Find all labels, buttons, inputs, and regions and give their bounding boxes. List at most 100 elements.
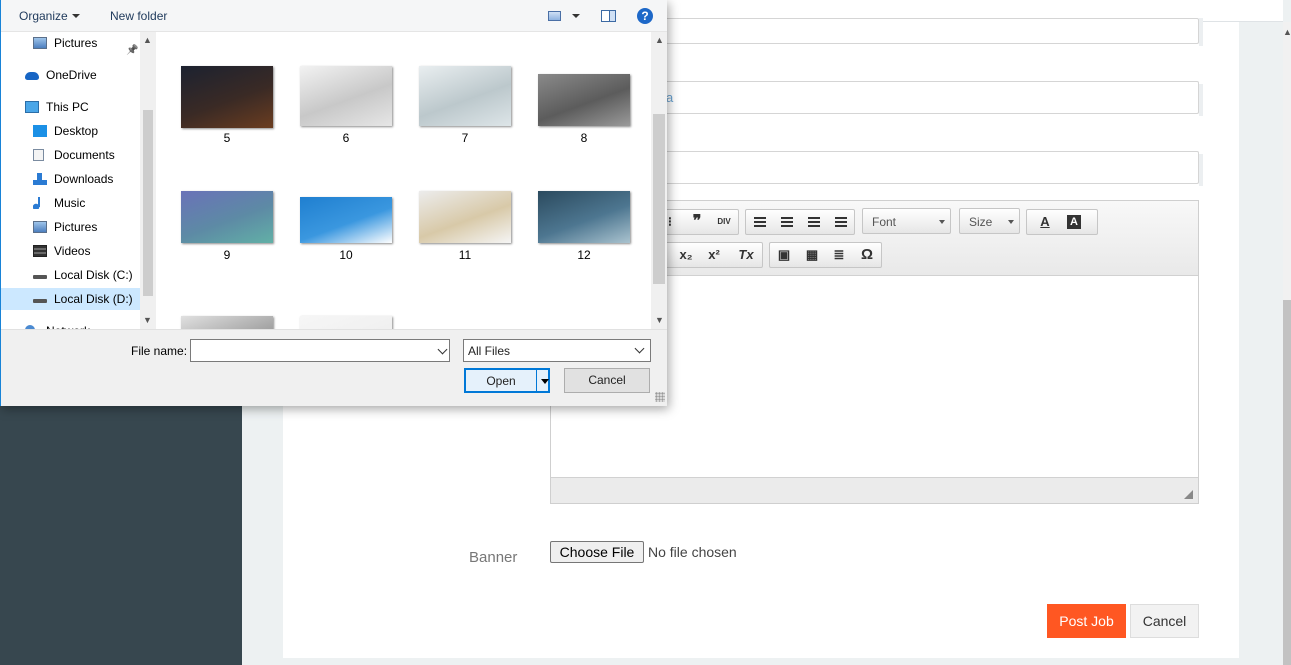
chevron-down-icon[interactable] [72, 14, 80, 18]
file-thumbnail-image [419, 191, 511, 243]
resize-grip-icon[interactable] [1184, 490, 1193, 499]
change-view-icon[interactable] [548, 11, 561, 21]
drive-icon [33, 299, 47, 303]
new-folder-button[interactable]: New folder [110, 9, 167, 23]
image-icon[interactable]: ▣ [772, 244, 796, 266]
page-scrollbar-thumb[interactable] [1283, 300, 1291, 665]
split-divider [536, 370, 537, 391]
chevron-down-icon [939, 220, 945, 224]
file-thumbnail[interactable]: 8 [538, 66, 630, 145]
organize-button[interactable]: Organize [19, 9, 68, 23]
open-options-arrow-icon[interactable] [541, 379, 549, 384]
file-open-dialog: Organize New folder ? Pictures 📌 OneDrive T… [0, 0, 667, 406]
file-type-filter-value: All Files [468, 344, 511, 358]
chevron-down-icon [634, 343, 645, 354]
nav-item[interactable]: Downloads [1, 168, 140, 190]
open-button[interactable]: Open [464, 368, 550, 393]
nav-item[interactable]: OneDrive [1, 64, 140, 86]
pictures-icon [33, 221, 47, 233]
file-thumbnail[interactable]: 6 [300, 66, 392, 145]
file-name-label: 5 [223, 131, 231, 145]
post-job-button[interactable]: Post Job [1047, 604, 1126, 638]
superscript-icon[interactable]: x² [702, 244, 726, 266]
align-right-icon[interactable] [802, 211, 826, 233]
table-icon[interactable]: ▦ [800, 244, 824, 266]
cancel-button[interactable]: Cancel [1130, 604, 1199, 638]
file-thumbnail-image [300, 197, 392, 243]
file-thumbnail[interactable]: 9 [181, 191, 273, 262]
scroll-up-icon[interactable]: ▲ [655, 35, 664, 45]
align-center-icon[interactable] [775, 211, 799, 233]
clear-format-icon[interactable]: Tx [734, 244, 758, 266]
music-icon [33, 197, 47, 209]
file-thumbnail[interactable]: 5 [181, 66, 273, 145]
editor-footer [551, 477, 1198, 503]
dialog-bottom-bar: File name: All Files Open Cancel [1, 329, 667, 406]
toolbar-group-align [745, 209, 855, 235]
size-combo[interactable]: Size [959, 208, 1020, 234]
file-thumbnail[interactable]: 12 [538, 191, 630, 262]
scroll-up-icon[interactable]: ▲ [143, 35, 152, 45]
div-container-icon[interactable]: DIV [712, 211, 736, 233]
chevron-down-icon [1008, 220, 1014, 224]
toolbar-group-colors: A A [1026, 209, 1098, 235]
file-thumbnail[interactable] [181, 316, 273, 329]
help-icon[interactable]: ? [637, 8, 653, 24]
file-name-label: File name: [131, 344, 188, 358]
nav-item-label: Downloads [54, 172, 114, 186]
nav-item[interactable]: Pictures [1, 216, 140, 238]
file-name-label: 12 [577, 248, 591, 262]
nav-item[interactable]: Desktop [1, 120, 140, 142]
drive-icon [33, 275, 47, 279]
file-type-filter[interactable]: All Files [463, 339, 651, 362]
dialog-toolbar: Organize New folder ? [1, 0, 667, 32]
nav-item[interactable]: Local Disk (D:) [1, 288, 140, 310]
scroll-down-icon[interactable]: ▼ [655, 315, 664, 325]
nav-item[interactable]: Videos [1, 240, 140, 262]
nav-item-label: Network [46, 320, 90, 329]
resize-grip-icon[interactable] [655, 392, 665, 402]
nav-item-label: OneDrive [46, 68, 97, 82]
nav-scrollbar-thumb[interactable] [143, 110, 153, 296]
size-combo-label: Size [969, 215, 993, 229]
file-thumbnail[interactable]: 11 [419, 191, 511, 262]
bg-color-icon[interactable]: A [1067, 215, 1081, 229]
dialog-cancel-button[interactable]: Cancel [564, 368, 650, 393]
file-thumbnail[interactable]: 10 [300, 191, 392, 262]
file-thumbnail-image [181, 66, 273, 128]
subscript-icon[interactable]: x₂ [674, 244, 698, 266]
nav-item[interactable]: Network [1, 320, 140, 329]
downloads-icon [33, 173, 47, 185]
file-name-input[interactable] [190, 339, 450, 362]
toolbar-group-script: x₂ x² Tx [651, 242, 763, 268]
page-scroll-up-icon[interactable]: ▲ [1283, 26, 1291, 38]
file-thumbnail[interactable] [300, 316, 392, 329]
preview-pane-icon[interactable] [601, 10, 616, 22]
view-options-arrow-icon[interactable] [572, 14, 580, 18]
text-color-icon[interactable]: A [1033, 211, 1057, 233]
special-char-icon[interactable]: Ω [855, 244, 879, 266]
nav-item[interactable]: Pictures 📌 [1, 32, 140, 56]
file-thumbnail-image [419, 66, 511, 126]
horizontal-line-icon[interactable]: ≣ [827, 244, 851, 266]
nav-item[interactable]: Local Disk (C:) [1, 264, 140, 286]
font-combo[interactable]: Font [862, 208, 951, 234]
file-thumbnail[interactable]: 7 [419, 66, 511, 145]
align-left-icon[interactable] [748, 211, 772, 233]
input-shadow [1199, 84, 1203, 116]
nav-item[interactable]: Music [1, 192, 140, 214]
files-scrollbar-thumb[interactable] [653, 114, 665, 284]
files-scrollbar[interactable]: ▲ ▼ [651, 32, 667, 329]
file-thumbnail-image [300, 66, 392, 126]
nav-scrollbar[interactable]: ▲ ▼ [140, 32, 156, 329]
file-name-label: 9 [223, 248, 231, 262]
file-name-label: 6 [342, 131, 350, 145]
align-justify-icon[interactable] [829, 211, 853, 233]
choose-file-button[interactable]: Choose File [550, 541, 644, 563]
scroll-down-icon[interactable]: ▼ [143, 315, 152, 325]
chevron-down-icon[interactable] [437, 344, 448, 355]
nav-item[interactable]: Documents [1, 144, 140, 166]
blockquote-icon[interactable]: ❞ [685, 211, 709, 233]
nav-item-label: Local Disk (C:) [54, 268, 133, 282]
nav-item[interactable]: This PC [1, 96, 140, 118]
